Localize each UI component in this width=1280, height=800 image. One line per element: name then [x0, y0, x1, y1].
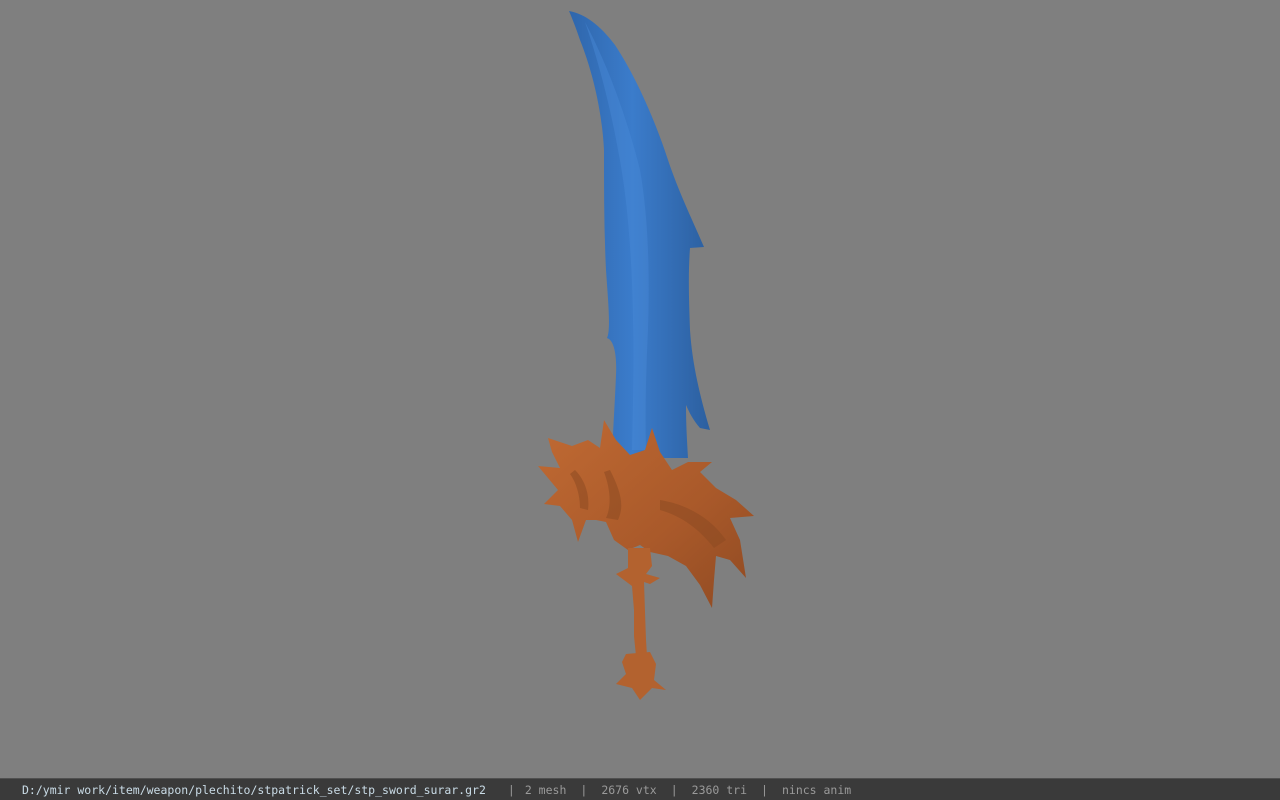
separator: |: [580, 783, 588, 797]
animation-status: nincs anim: [781, 783, 852, 797]
status-bar: D:/ymir work/item/weapon/plechito/stpatr…: [0, 778, 1280, 800]
sword-pommel: [616, 652, 666, 700]
separator: |: [507, 783, 515, 797]
mesh-count: 2 mesh: [524, 783, 567, 797]
file-path: D:/ymir work/item/weapon/plechito/stpatr…: [22, 783, 486, 797]
separator: |: [761, 783, 768, 797]
sword-model[interactable]: [0, 0, 1280, 778]
triangle-count: 2360 tri: [691, 783, 748, 797]
sword-grip: [616, 548, 660, 656]
separator: |: [670, 783, 678, 797]
vertex-count: 2676 vtx: [601, 783, 657, 797]
3d-viewport[interactable]: [0, 0, 1280, 778]
